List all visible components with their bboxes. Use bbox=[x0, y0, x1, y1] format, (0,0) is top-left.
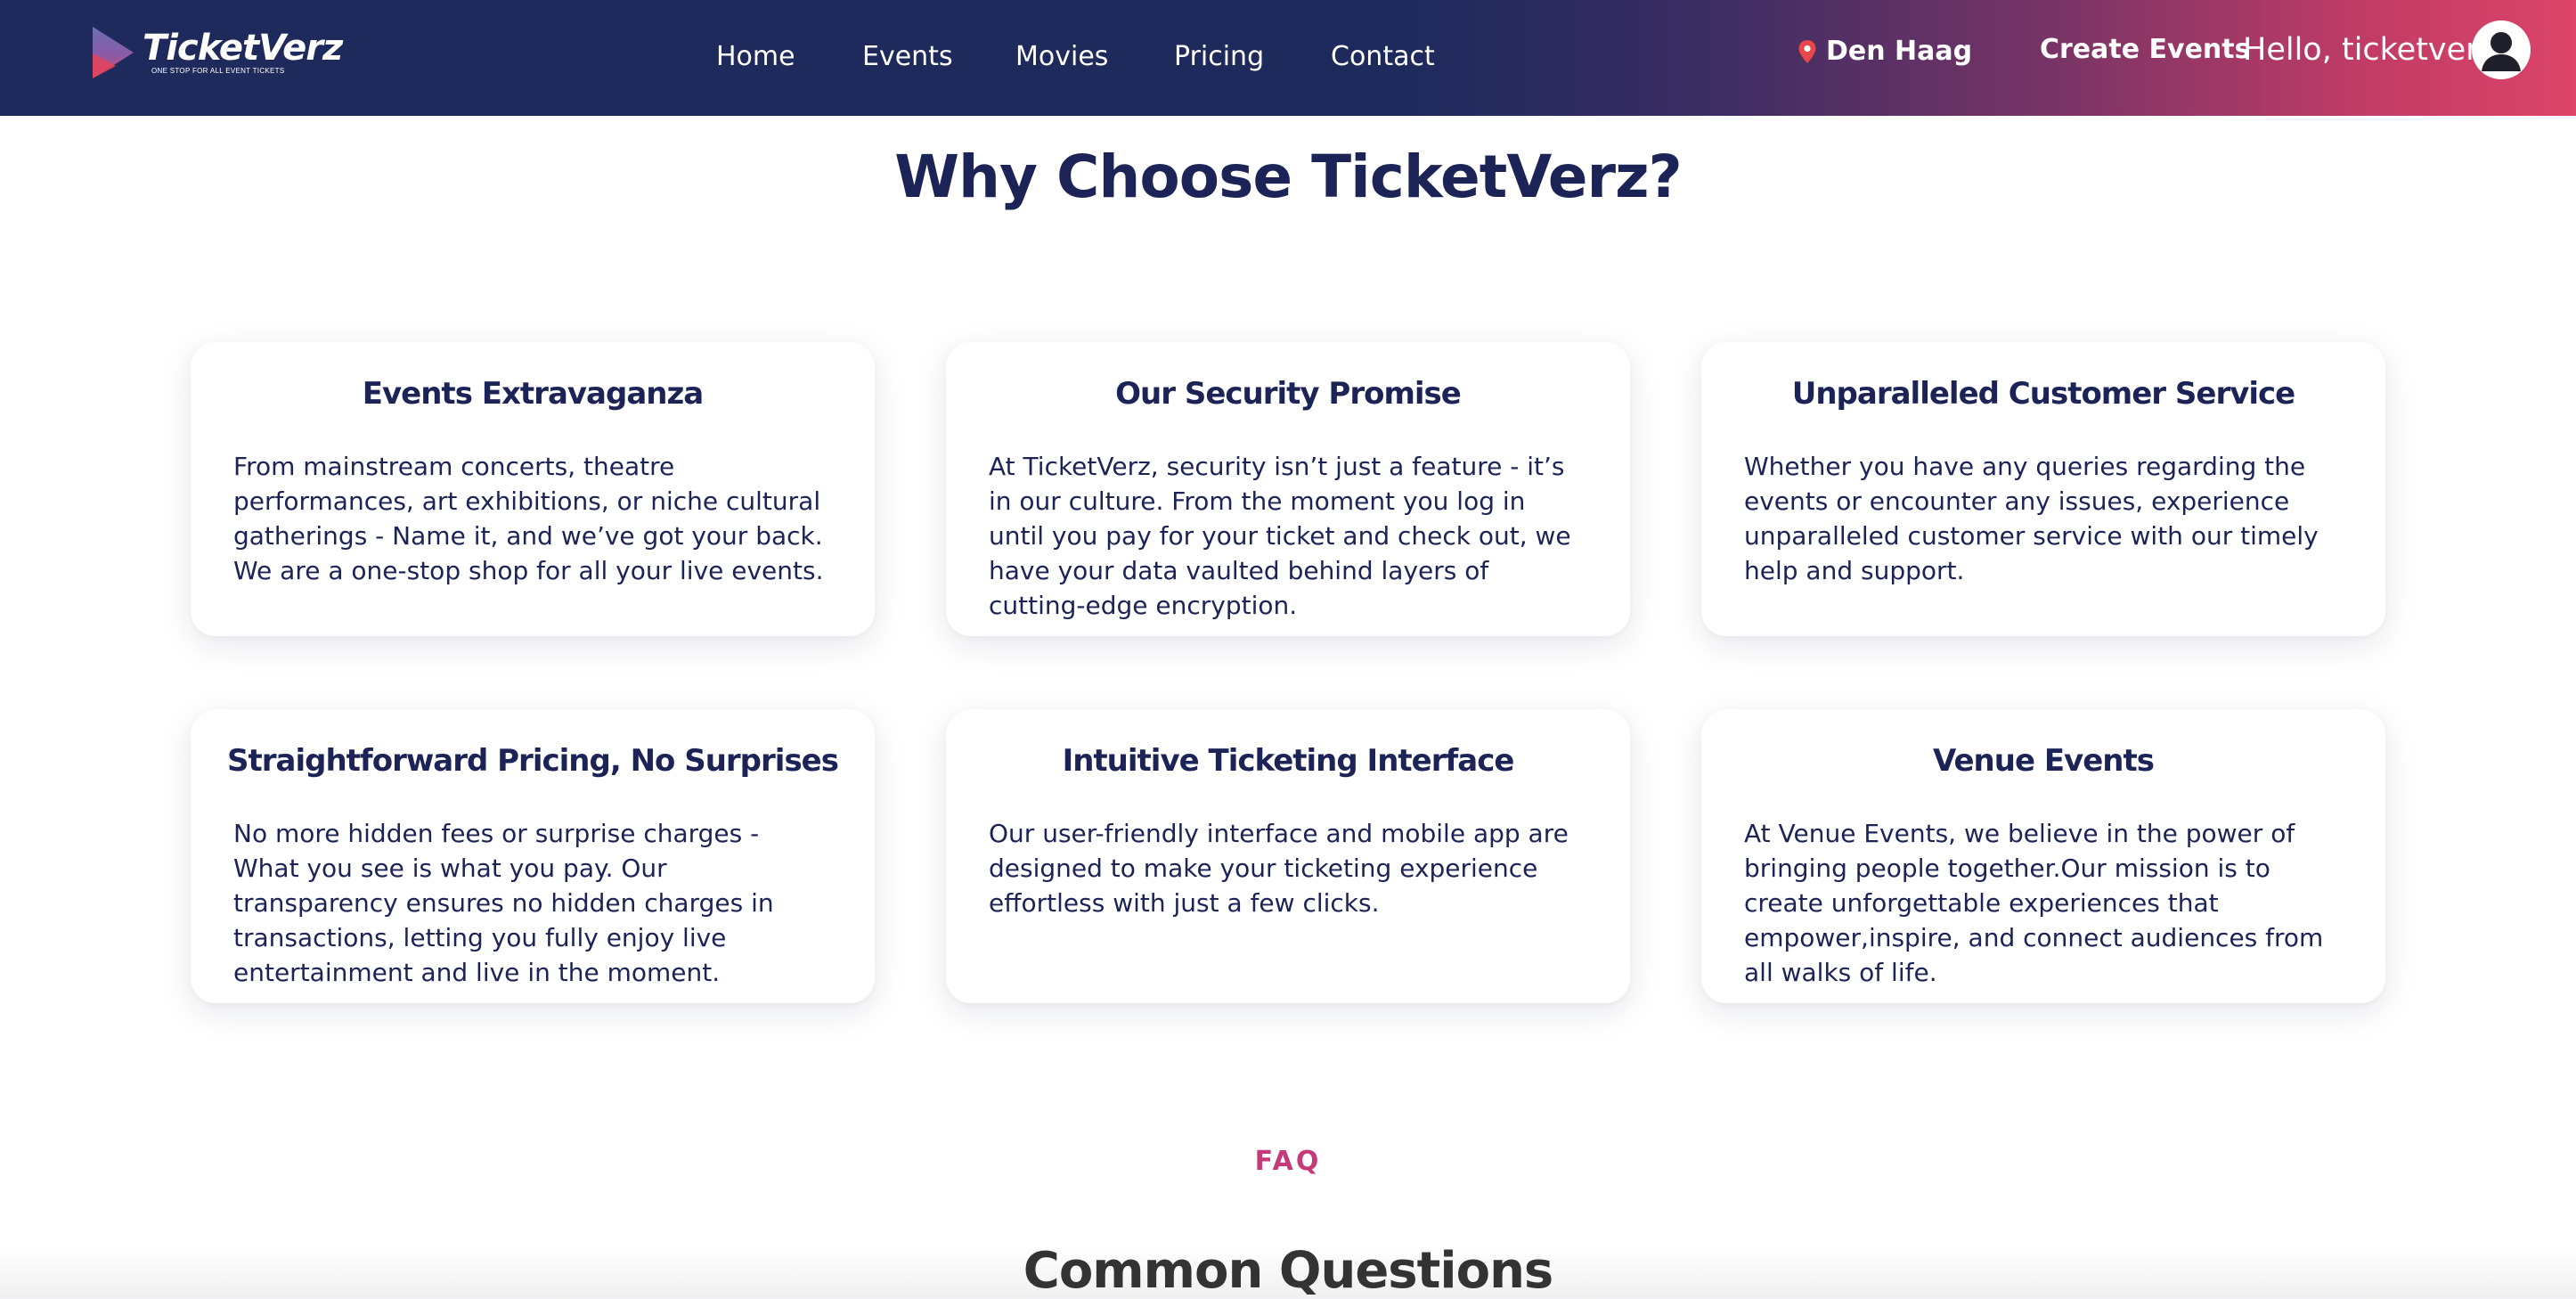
feature-card-title: Unparalleled Customer Service bbox=[1791, 376, 2296, 412]
feature-card-title: Venue Events bbox=[1933, 743, 2155, 779]
feature-card-title: Events Extravaganza bbox=[362, 376, 704, 412]
feature-card-body: At Venue Events, we believe in the power… bbox=[1744, 819, 2324, 987]
logo-wordmark: TicketVerz bbox=[143, 28, 343, 69]
map-pin-icon bbox=[1798, 39, 1816, 63]
create-events-link[interactable]: Create Events bbox=[2040, 34, 2250, 65]
location-label: Den Haag bbox=[1826, 36, 1973, 67]
nav-pricing[interactable]: Pricing bbox=[1174, 41, 1264, 72]
location-selector[interactable]: Den Haag bbox=[1797, 36, 1972, 67]
feature-card-security-promise: Our Security Promise At TicketVerz, secu… bbox=[946, 342, 1630, 636]
feature-card-body: At TicketVerz, security isn’t just a fea… bbox=[989, 452, 1571, 620]
nav-events[interactable]: Events bbox=[862, 41, 953, 72]
feature-card-title: Straightforward Pricing, No Surprises bbox=[227, 743, 839, 779]
nav-movies[interactable]: Movies bbox=[1015, 41, 1108, 72]
top-navbar: TicketVerz ONE STOP FOR ALL EVENT TICKET… bbox=[0, 0, 2576, 116]
feature-card-body: No more hidden fees or surprise charges … bbox=[233, 819, 774, 987]
feature-card-title: Our Security Promise bbox=[1115, 376, 1462, 412]
feature-card-body: From mainstream concerts, theatre perfor… bbox=[233, 452, 824, 585]
play-logo-icon bbox=[93, 27, 134, 78]
faq-eyebrow: FAQ bbox=[1254, 1146, 1322, 1177]
user-avatar-icon[interactable] bbox=[2471, 20, 2531, 80]
ticketverz-logo[interactable]: TicketVerz ONE STOP FOR ALL EVENT TICKET… bbox=[89, 23, 343, 82]
feature-card-body: Whether you have any queries regarding t… bbox=[1744, 452, 2319, 585]
feature-card-body: Our user-friendly interface and mobile a… bbox=[989, 819, 1569, 918]
feature-card-events-extravaganza: Events Extravaganza From mainstream conc… bbox=[191, 342, 875, 636]
nav-home[interactable]: Home bbox=[716, 41, 795, 72]
nav-contact[interactable]: Contact bbox=[1331, 41, 1435, 72]
why-choose-title: Why Choose TicketVerz? bbox=[894, 143, 1683, 211]
feature-card-title: Intuitive Ticketing Interface bbox=[1062, 743, 1515, 779]
faq-title: Common Questions bbox=[1023, 1242, 1554, 1299]
feature-card-ticketing-interface: Intuitive Ticketing Interface Our user-f… bbox=[946, 709, 1630, 1003]
user-greeting: Hello, ticketverz bbox=[2243, 32, 2495, 68]
logo-tagline: ONE STOP FOR ALL EVENT TICKETS bbox=[151, 67, 285, 75]
feature-card-customer-service: Unparalleled Customer Service Whether yo… bbox=[1701, 342, 2385, 636]
feature-card-straightforward-pricing: Straightforward Pricing, No Surprises No… bbox=[191, 709, 875, 1003]
feature-card-venue-events: Venue Events At Venue Events, we believe… bbox=[1701, 709, 2385, 1003]
